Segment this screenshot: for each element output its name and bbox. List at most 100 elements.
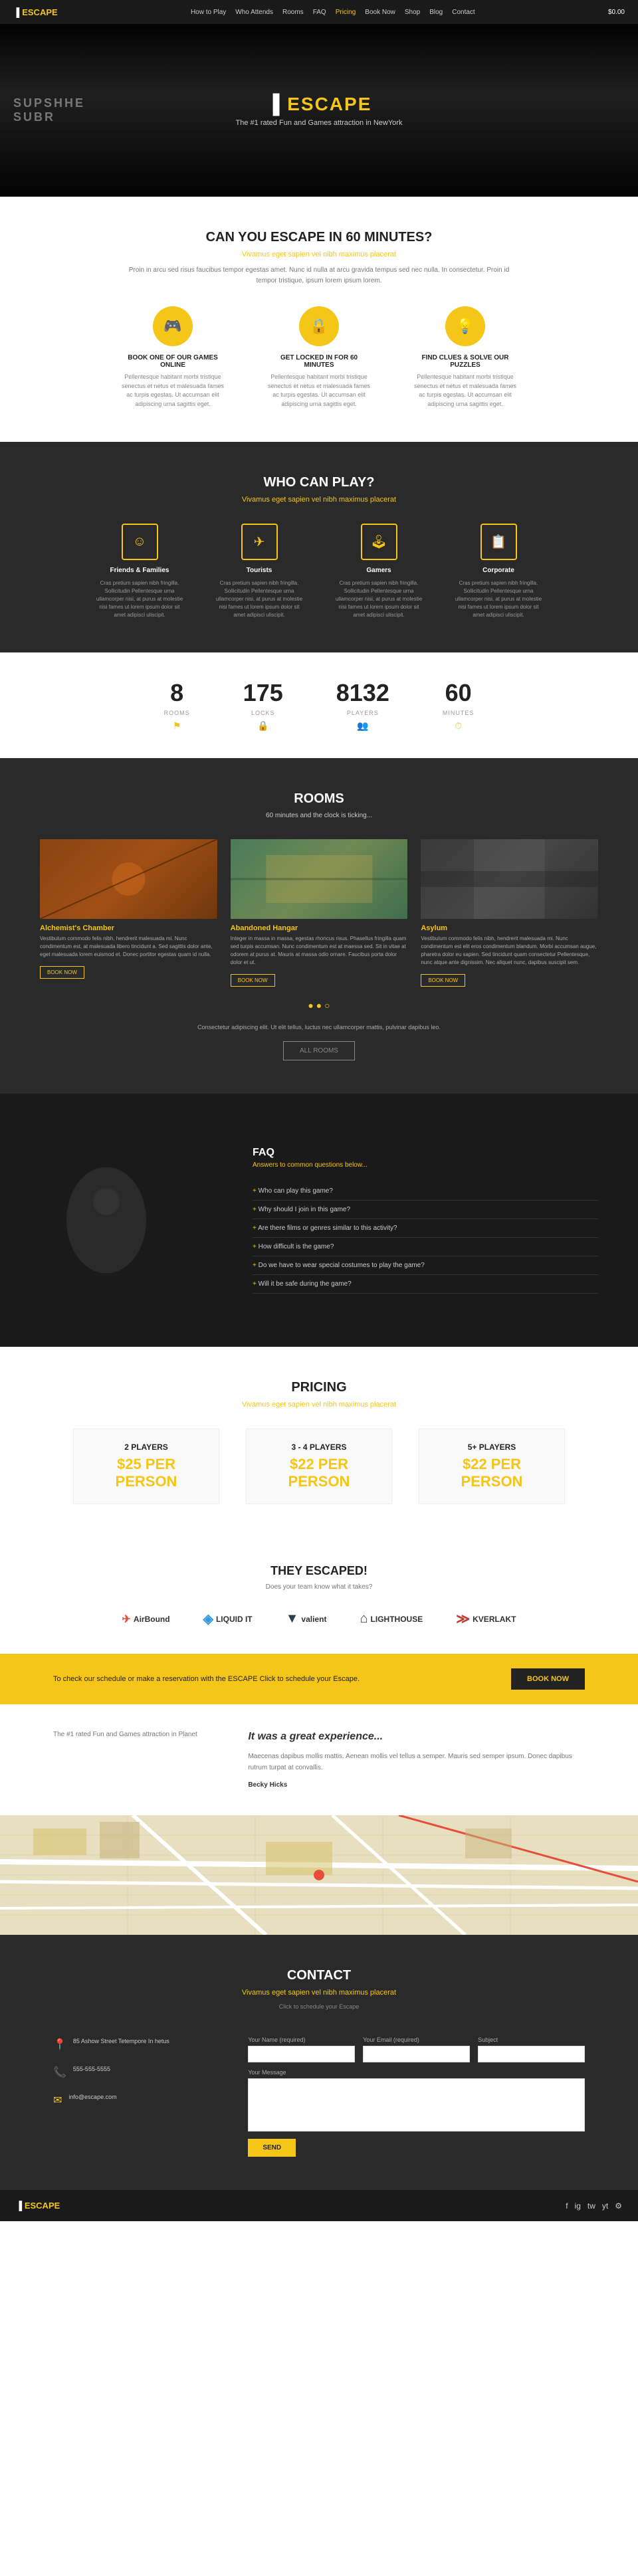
faq-item-5[interactable]: Will it be safe during the game? (253, 1275, 598, 1294)
escape-subtitle: Vivamus eget sapien vel nibh maximus pla… (53, 250, 585, 258)
footer-instagram-icon[interactable]: ig (575, 2201, 581, 2211)
pricing-subtitle: Vivamus eget sapien vel nibh maximus pla… (53, 1401, 585, 1409)
contact-info: 📍 85 Ashow Street Tetempore In hetus 📞 5… (53, 2036, 221, 2157)
form-email-label: Your Email (required) (363, 2036, 470, 2043)
logo-liquidit: ◈ LIQUID IT (203, 1611, 253, 1627)
room-alchemist-image (40, 839, 217, 919)
who-friends-title: Friends & Families (93, 567, 186, 574)
stats-section: 8 ROOMS ⚑ 175 LOCKS 🔒 8132 PLAYERS 👥 60 … (0, 652, 638, 758)
faq-title: FAQ (253, 1147, 598, 1159)
faq-item-0[interactable]: Who can play this game? (253, 1182, 598, 1201)
who-gamers-title: Gamers (332, 567, 425, 574)
stat-players-number: 8132 (336, 679, 389, 707)
testimonial-section: The #1 rated Fun and Games attraction in… (0, 1704, 638, 1815)
cta-text: To check our schedule or make a reservat… (53, 1674, 360, 1685)
form-submit-button[interactable]: Send (248, 2139, 296, 2157)
contact-phone-text: 555-555-5555 (73, 2064, 110, 2074)
room-asylum-book-button[interactable]: BOOK NOW (421, 974, 465, 987)
contact-address-text: 85 Ashow Street Tetempore In hetus (73, 2036, 169, 2046)
who-corporate-icon: 📋 (480, 524, 517, 560)
all-rooms-button[interactable]: ALL ROOMS (283, 1041, 355, 1060)
nav-faq[interactable]: FAQ (313, 9, 326, 16)
escaped-title: THEY ESCAPED! (53, 1564, 585, 1578)
nav-contact[interactable]: Contact (452, 9, 475, 16)
stat-locks-label: LOCKS (243, 710, 283, 716)
contact-click-note: Click to schedule your Escape (53, 2003, 585, 2010)
footer-logo[interactable]: ▐ ESCAPE (16, 2201, 60, 2211)
room-hangar-book-button[interactable]: BOOK NOW (231, 974, 275, 987)
logo-airbound: ✈ AirBound (122, 1613, 170, 1626)
hero-content: ▐ ESCAPE The #1 rated Fun and Games attr… (236, 94, 403, 127)
valient-text: valient (301, 1615, 326, 1624)
faq-item-3[interactable]: How difficult is the game? (253, 1238, 598, 1256)
valient-icon: ▼ (286, 1611, 299, 1627)
feature-locked-icon: 🔒 (299, 306, 339, 346)
kverlakt-icon: ≫ (456, 1611, 470, 1627)
contact-subtitle: Vivamus eget sapien vel nibh maximus pla… (53, 1989, 585, 1997)
form-name-input[interactable] (248, 2046, 355, 2062)
footer-settings-icon[interactable]: ⚙ (615, 2201, 622, 2211)
who-gamers-text: Cras pretium sapien nibh fringilla. Soll… (332, 579, 425, 619)
footer-youtube-icon[interactable]: yt (602, 2201, 608, 2211)
form-subject-label: Subject (478, 2036, 585, 2043)
cta-section: To check our schedule or make a reservat… (0, 1654, 638, 1704)
form-subject-input[interactable] (478, 2046, 585, 2062)
faq-subtitle: Answers to common questions below... (253, 1161, 598, 1169)
liquidit-icon: ◈ (203, 1611, 213, 1627)
price-2players: 2 PLAYERS $25 PER PERSON (73, 1429, 219, 1504)
form-message-group: Your Message (248, 2069, 585, 2133)
testimonial-title: It was a great experience... (248, 1731, 585, 1743)
nav-rooms[interactable]: Rooms (282, 9, 304, 16)
cta-book-button[interactable]: BOOK NOW (511, 1668, 585, 1690)
faq-item-2[interactable]: Are there films or genres similar to thi… (253, 1219, 598, 1238)
airbound-icon: ✈ (122, 1613, 131, 1626)
footer-twitter-icon[interactable]: tw (587, 2201, 595, 2211)
feature-book-text: Pellentesque habitant morbi tristique se… (120, 373, 226, 409)
feature-book: 🎮 BOOK ONE OF OUR GAMES ONLINE Pellentes… (120, 306, 226, 409)
feature-locked-title: GET LOCKED IN FOR 60 MINUTES (266, 354, 372, 369)
contact-title: CONTACT (53, 1968, 585, 1983)
form-message-input[interactable] (248, 2078, 585, 2131)
feature-clues-text: Pellentesque habitant morbi tristique se… (412, 373, 518, 409)
room-asylum-image (421, 839, 598, 919)
room-hangar-image (231, 839, 408, 919)
faq-image (0, 1127, 213, 1314)
who-corporate-text: Cras pretium sapien nibh fringilla. Soll… (452, 579, 545, 619)
logo-kverlakt: ≫ KVERLAKT (456, 1611, 516, 1627)
who-grid: ☺ Friends & Families Cras pretium sapien… (53, 524, 585, 619)
footer-facebook-icon[interactable]: f (566, 2201, 568, 2211)
nav-logo[interactable]: ▐ ESCAPE (13, 7, 58, 17)
contact-grid: 📍 85 Ashow Street Tetempore In hetus 📞 5… (53, 2036, 585, 2157)
price-2players-label: 2 PLAYERS (87, 1442, 205, 1452)
rooms-grid: Alchemist's Chamber Vestibulum commodo f… (40, 839, 598, 987)
stat-minutes-number: 60 (443, 679, 475, 707)
nav-cart[interactable]: $0.00 (608, 9, 625, 16)
lighthouse-text: LIGHTHOUSE (371, 1615, 423, 1624)
footer: ▐ ESCAPE f ig tw yt ⚙ (0, 2190, 638, 2221)
feature-locked-text: Pellentesque habitant morbi tristique se… (266, 373, 372, 409)
stat-minutes: 60 MINUTES ⏱ (443, 679, 475, 732)
stat-locks-number: 175 (243, 679, 283, 707)
price-2players-amount: $25 PER PERSON (87, 1456, 205, 1490)
nav-blog[interactable]: Blog (429, 9, 443, 16)
nav-how-to-play[interactable]: How to Play (191, 9, 226, 16)
logos-row: ✈ AirBound ◈ LIQUID IT ▼ valient ⌂ LIGHT… (53, 1611, 585, 1627)
faq-item-1[interactable]: Why should I join in this game? (253, 1201, 598, 1219)
room-alchemist-book-button[interactable]: BOOK NOW (40, 966, 84, 979)
nav-shop[interactable]: Shop (405, 9, 420, 16)
footer-social: f ig tw yt ⚙ (566, 2201, 622, 2211)
map-section (0, 1815, 638, 1935)
room-hangar-title: Abandoned Hangar (231, 924, 408, 932)
nav-book-now[interactable]: Book Now (365, 9, 395, 16)
faq-item-4[interactable]: Do we have to wear special costumes to p… (253, 1256, 598, 1275)
room-hangar: Abandoned Hangar Integer in massa in mas… (231, 839, 408, 987)
form-email-input[interactable] (363, 2046, 470, 2062)
nav-pricing[interactable]: Pricing (336, 9, 356, 16)
form-name-group: Your Name (required) (248, 2036, 355, 2062)
feature-clues-icon: 💡 (445, 306, 485, 346)
pricing-grid: 2 PLAYERS $25 PER PERSON 3 - 4 PLAYERS $… (53, 1429, 585, 1504)
hero-text-left: SUPSHHE SUBR (13, 96, 85, 124)
nav-who-attends[interactable]: Who Attends (235, 9, 273, 16)
contact-email-text: info@escape.com (68, 2092, 116, 2102)
pricing-title: PRICING (53, 1380, 585, 1395)
